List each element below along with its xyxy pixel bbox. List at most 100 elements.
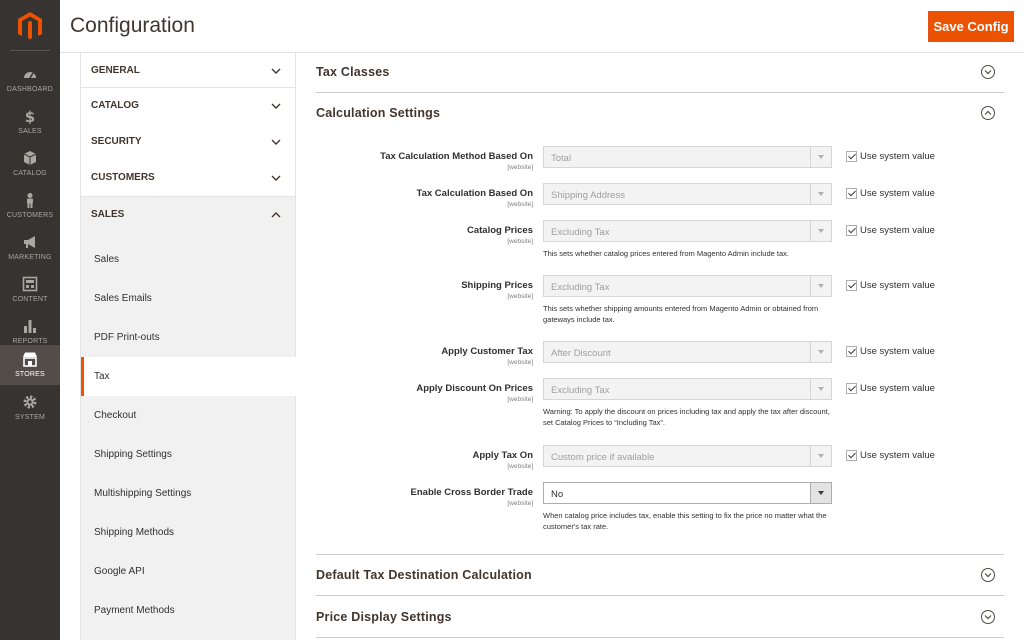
magento-logo-icon[interactable]: [14, 10, 46, 42]
checkbox-checked-icon[interactable]: [846, 225, 857, 236]
select-value: Excluding Tax: [551, 227, 610, 238]
checkbox-checked-icon[interactable]: [846, 280, 857, 291]
field-label: Catalog Prices: [467, 225, 533, 236]
dropdown-arrow-icon: [810, 379, 831, 399]
select-value: After Discount: [551, 348, 611, 359]
field-label: Tax Calculation Based On: [416, 188, 534, 199]
dropdown-arrow-icon: [810, 483, 831, 503]
catalog-prices-select[interactable]: Excluding Tax: [543, 220, 832, 242]
tax-calc-based-on-select[interactable]: Shipping Address: [543, 183, 832, 205]
select-value: Excluding Tax: [551, 282, 610, 293]
sidebar-item-label: Google API: [94, 566, 145, 577]
checkbox-label: Use system value: [860, 188, 935, 199]
sidebar-item-sales-emails[interactable]: Sales Emails: [81, 279, 297, 318]
nav-item-customers[interactable]: CUSTOMERS: [0, 186, 60, 228]
field-scope: [website]: [507, 238, 533, 245]
tab-general[interactable]: GENERAL: [80, 52, 296, 88]
tax-calc-method-select[interactable]: Total: [543, 146, 832, 168]
nav-item-sales[interactable]: $ SALES: [0, 102, 60, 144]
person-icon: [27, 193, 33, 208]
nav-label: DASHBOARD: [6, 86, 54, 93]
dropdown-arrow-icon: [810, 276, 831, 296]
sidebar-item-shipping-methods[interactable]: Shipping Methods: [81, 513, 297, 552]
field-note: This sets whether catalog prices entered…: [543, 249, 789, 258]
sidebar-item-tax[interactable]: Tax: [81, 357, 297, 396]
nav-label: SYSTEM: [15, 414, 45, 421]
field-note: This sets whether shipping amounts enter…: [543, 304, 819, 324]
apply-tax-on-select[interactable]: Custom price if available: [543, 445, 832, 467]
page-title: Configuration: [70, 14, 195, 37]
tab-label: CATALOG: [91, 100, 139, 111]
svg-text:$: $: [25, 108, 35, 124]
nav-label: CATALOG: [13, 170, 47, 177]
select-value: Shipping Address: [551, 190, 625, 201]
sidebar-item-label: Tax: [94, 371, 110, 382]
tab-label: SECURITY: [91, 136, 142, 147]
apply-discount-select[interactable]: Excluding Tax: [543, 378, 832, 400]
nav-label: CONTENT: [12, 296, 48, 303]
save-config-button[interactable]: Save Config: [928, 11, 1014, 42]
checkbox-label: Use system value: [860, 151, 935, 162]
nav-item-marketing[interactable]: MARKETING: [0, 228, 60, 270]
field-scope: [website]: [507, 359, 533, 366]
nav-label: CUSTOMERS: [6, 212, 54, 219]
tab-label: CUSTOMERS: [91, 172, 155, 183]
shipping-prices-select[interactable]: Excluding Tax: [543, 275, 832, 297]
checkbox-label: Use system value: [860, 346, 935, 357]
sidebar-item-shipping-settings[interactable]: Shipping Settings: [81, 435, 297, 474]
field-scope: [website]: [507, 500, 533, 507]
tab-security[interactable]: SECURITY: [80, 124, 296, 161]
checkbox-checked-icon[interactable]: [846, 188, 857, 199]
nav-item-catalog[interactable]: CATALOG: [0, 144, 60, 186]
checkbox-checked-icon[interactable]: [846, 383, 857, 394]
cross-border-trade-select[interactable]: No: [543, 482, 832, 504]
select-value: Excluding Tax: [551, 385, 610, 396]
section-price-display-settings[interactable]: Price Display Settings: [316, 597, 1004, 638]
checkbox-checked-icon[interactable]: [846, 151, 857, 162]
sidebar-item-sales[interactable]: Sales: [81, 240, 297, 279]
sidebar-item-checkout[interactable]: Checkout: [81, 396, 297, 435]
dropdown-arrow-icon: [810, 147, 831, 167]
nav-item-content[interactable]: CONTENT: [0, 270, 60, 312]
field-label: Enable Cross Border Trade: [410, 487, 533, 498]
field-scope: [website]: [507, 463, 533, 470]
nav-item-stores[interactable]: STORES: [0, 345, 60, 385]
nav-item-system[interactable]: SYSTEM: [0, 388, 60, 430]
checkbox-checked-icon[interactable]: [846, 450, 857, 461]
chevron-down-icon: [981, 568, 995, 582]
tab-catalog[interactable]: CATALOG: [80, 88, 296, 125]
sidebar-item-multishipping-settings[interactable]: Multishipping Settings: [81, 474, 297, 513]
dropdown-arrow-icon: [810, 446, 831, 466]
field-label: Tax Calculation Method Based On: [380, 151, 533, 162]
tab-sales[interactable]: SALES: [80, 197, 296, 234]
config-sidebar: GENERAL CATALOG SECURITY CUSTOMERS SALES…: [80, 52, 297, 640]
checkbox-checked-icon[interactable]: [846, 346, 857, 357]
admin-nav: DASHBOARD $ SALES CATALOG CUSTOMERS MARK…: [0, 0, 60, 640]
section-tax-classes[interactable]: Tax Classes: [316, 52, 1004, 93]
apply-customer-tax-select[interactable]: After Discount: [543, 341, 832, 363]
chevron-down-icon: [271, 68, 281, 74]
field-scope: [website]: [507, 164, 533, 171]
sidebar-item-label: Shipping Settings: [94, 449, 172, 460]
nav-label: SALES: [18, 128, 42, 135]
sidebar-item-label: Sales Emails: [94, 293, 152, 304]
nav-item-dashboard[interactable]: DASHBOARD: [0, 60, 60, 102]
chevron-up-icon: [981, 106, 995, 120]
sidebar-item-pdf-printouts[interactable]: PDF Print-outs: [81, 318, 297, 357]
sidebar-item-payment-methods[interactable]: Payment Methods: [81, 591, 297, 630]
sidebar-item-google-api[interactable]: Google API: [81, 552, 297, 591]
bar-chart-icon: [24, 320, 36, 333]
sales-submenu: Sales Sales Emails PDF Print-outs Tax Ch…: [80, 233, 297, 640]
sidebar-item-label: Sales: [94, 254, 120, 265]
checkbox-label: Use system value: [860, 225, 935, 236]
tab-label: GENERAL: [91, 65, 140, 76]
dollar-icon: $: [25, 108, 35, 124]
select-value: No: [551, 489, 564, 500]
chevron-up-icon: [271, 212, 281, 218]
tab-label: SALES: [91, 209, 125, 220]
section-calculation-settings[interactable]: Calculation Settings: [316, 93, 1004, 134]
section-default-tax-destination[interactable]: Default Tax Destination Calculation: [316, 555, 1004, 596]
sidebar-item-label: Multishipping Settings: [94, 488, 192, 499]
tab-customers[interactable]: CUSTOMERS: [80, 160, 296, 197]
nav-label: MARKETING: [8, 254, 52, 261]
